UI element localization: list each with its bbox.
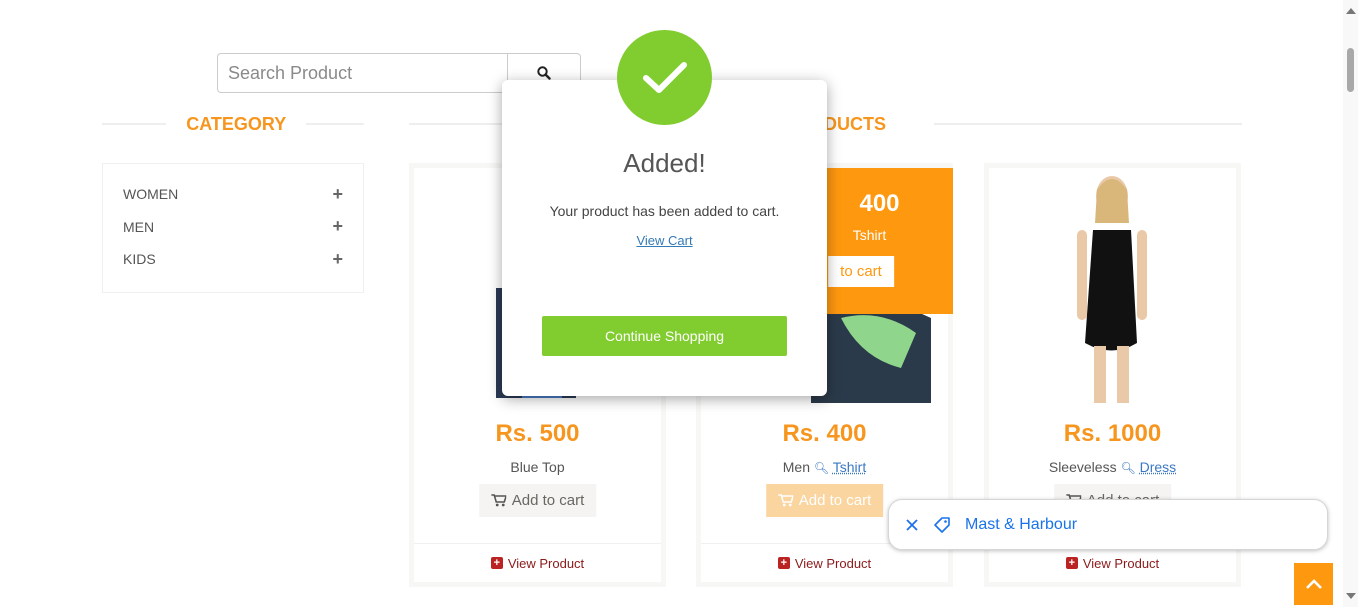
plus-icon[interactable]: + <box>332 184 343 205</box>
plus-square-icon: + <box>777 557 790 569</box>
continue-shopping-button[interactable]: Continue Shopping <box>542 316 787 356</box>
plus-square-icon: + <box>490 557 503 569</box>
chevron-up-icon <box>1305 579 1322 589</box>
product-name: Blue Top <box>510 459 565 475</box>
add-to-cart-button[interactable]: Add to cart <box>478 484 597 517</box>
product-price: Rs. 500 <box>495 420 580 447</box>
product-tag-link[interactable]: Tshirt <box>833 459 866 475</box>
view-cart-link[interactable]: View Cart <box>636 233 692 248</box>
search-icon: 🔍︎ <box>813 461 830 475</box>
scroll-to-top-button[interactable] <box>1294 563 1333 605</box>
view-product-link[interactable]: + View Product <box>414 543 661 582</box>
product-tag-link[interactable]: Dress <box>1140 459 1177 475</box>
plus-icon[interactable]: + <box>332 249 343 270</box>
search-icon: 🔍︎ <box>1120 461 1136 475</box>
category-label: WOMEN <box>123 186 179 203</box>
category-label: KIDS <box>123 251 156 268</box>
brand-chip-label[interactable]: Mast & Harbour <box>965 516 1077 534</box>
category-item-women[interactable]: WOMEN + <box>123 178 343 211</box>
close-icon[interactable] <box>905 518 919 532</box>
plus-icon[interactable]: + <box>332 216 343 237</box>
product-name: Men 🔍︎ Tshirt <box>782 459 867 475</box>
category-item-men[interactable]: MEN + <box>123 211 343 244</box>
page: CATEGORY ODUCTS WOMEN + MEN + KIDS + Rs <box>0 0 1358 607</box>
modal-message: Your product has been added to cart. <box>549 203 780 219</box>
added-to-cart-modal: Added! Your product has been added to ca… <box>502 80 827 396</box>
overlay-add-to-cart-button[interactable]: to cart <box>828 256 894 287</box>
category-label: MEN <box>123 218 155 235</box>
product-name: Sleeveless 🔍︎ Dress <box>1048 459 1177 475</box>
scrollbar-thumb[interactable] <box>1347 48 1354 92</box>
plus-square-icon: + <box>1065 557 1078 569</box>
category-item-kids[interactable]: KIDS + <box>123 243 343 276</box>
add-to-cart-button[interactable]: Add to cart <box>765 484 884 517</box>
scrollbar[interactable] <box>1343 0 1358 607</box>
category-panel: WOMEN + MEN + KIDS + <box>102 163 364 293</box>
scroll-up-arrow-icon[interactable] <box>1346 8 1356 14</box>
tag-icon <box>934 516 950 533</box>
search-input[interactable] <box>217 53 507 93</box>
check-icon <box>617 30 712 125</box>
cart-icon <box>777 494 793 507</box>
category-title: CATEGORY <box>186 113 287 134</box>
modal-title: Added! <box>623 148 706 178</box>
brand-chip: Mast & Harbour <box>888 499 1328 550</box>
product-price: Rs. 400 <box>782 420 867 447</box>
scroll-down-arrow-icon[interactable] <box>1346 593 1356 599</box>
product-image <box>989 168 1236 403</box>
product-price: Rs. 1000 <box>1063 420 1162 447</box>
cart-icon <box>490 494 506 507</box>
category-heading: CATEGORY <box>102 112 364 136</box>
search-icon <box>537 66 551 80</box>
